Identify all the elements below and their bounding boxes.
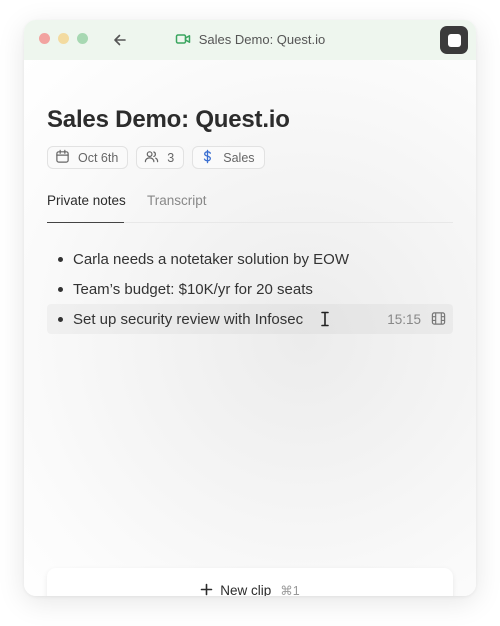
- new-clip-button[interactable]: New clip ⌘1: [47, 568, 453, 596]
- note-timestamp: 15:15: [387, 312, 421, 327]
- page-title: Sales Demo: Quest.io: [47, 106, 290, 133]
- people-icon: [144, 149, 159, 167]
- tab-private-notes[interactable]: Private notes: [47, 193, 126, 208]
- notes-list: Carla needs a notetaker solution by EOW …: [47, 244, 453, 334]
- bullet: [58, 286, 63, 292]
- window-title: Sales Demo: Quest.io: [24, 31, 476, 47]
- text-cursor-icon: [320, 311, 330, 327]
- plus-icon: [200, 583, 213, 597]
- list-item-active[interactable]: Set up security review with Infosec 15:1…: [47, 304, 453, 334]
- note-text: Set up security review with Infosec: [73, 310, 304, 328]
- bullet: [58, 256, 63, 262]
- active-tab-indicator: [47, 221, 124, 223]
- stop-recording-button[interactable]: [440, 26, 468, 54]
- list-item[interactable]: Carla needs a notetaker solution by EOW: [47, 244, 453, 274]
- calendar-icon: [55, 149, 70, 167]
- app-window: Sales Demo: Quest.io Sales Demo: Quest.i…: [24, 20, 476, 596]
- category-chip[interactable]: Sales: [192, 146, 265, 169]
- video-camera-icon: [175, 31, 191, 47]
- list-item[interactable]: Team’s budget: $10K/yr for 20 seats: [47, 274, 453, 304]
- attendees-count: 3: [167, 150, 175, 165]
- stop-icon: [447, 33, 461, 47]
- film-clip-icon[interactable]: [431, 311, 446, 326]
- date-label: Oct 6th: [78, 150, 119, 165]
- note-text: Carla needs a notetaker solution by EOW: [73, 250, 349, 268]
- tab-bar: Private notes Transcript: [47, 180, 453, 223]
- new-clip-label: New clip: [220, 583, 272, 596]
- window-title-text: Sales Demo: Quest.io: [198, 31, 326, 47]
- note-content: Sales Demo: Quest.io Oct 6th 3 Sales Pri…: [24, 60, 476, 596]
- dollar-icon: [200, 149, 215, 167]
- note-text: Team’s budget: $10K/yr for 20 seats: [73, 280, 313, 298]
- keyboard-shortcut: ⌘1: [280, 584, 300, 596]
- attendees-chip[interactable]: 3: [136, 146, 185, 169]
- tab-transcript[interactable]: Transcript: [147, 193, 207, 208]
- title-bar: Sales Demo: Quest.io: [24, 20, 476, 60]
- bullet: [58, 316, 63, 322]
- date-chip[interactable]: Oct 6th: [47, 146, 129, 169]
- category-label: Sales: [223, 150, 255, 165]
- meeting-meta: Oct 6th 3 Sales: [47, 146, 265, 169]
